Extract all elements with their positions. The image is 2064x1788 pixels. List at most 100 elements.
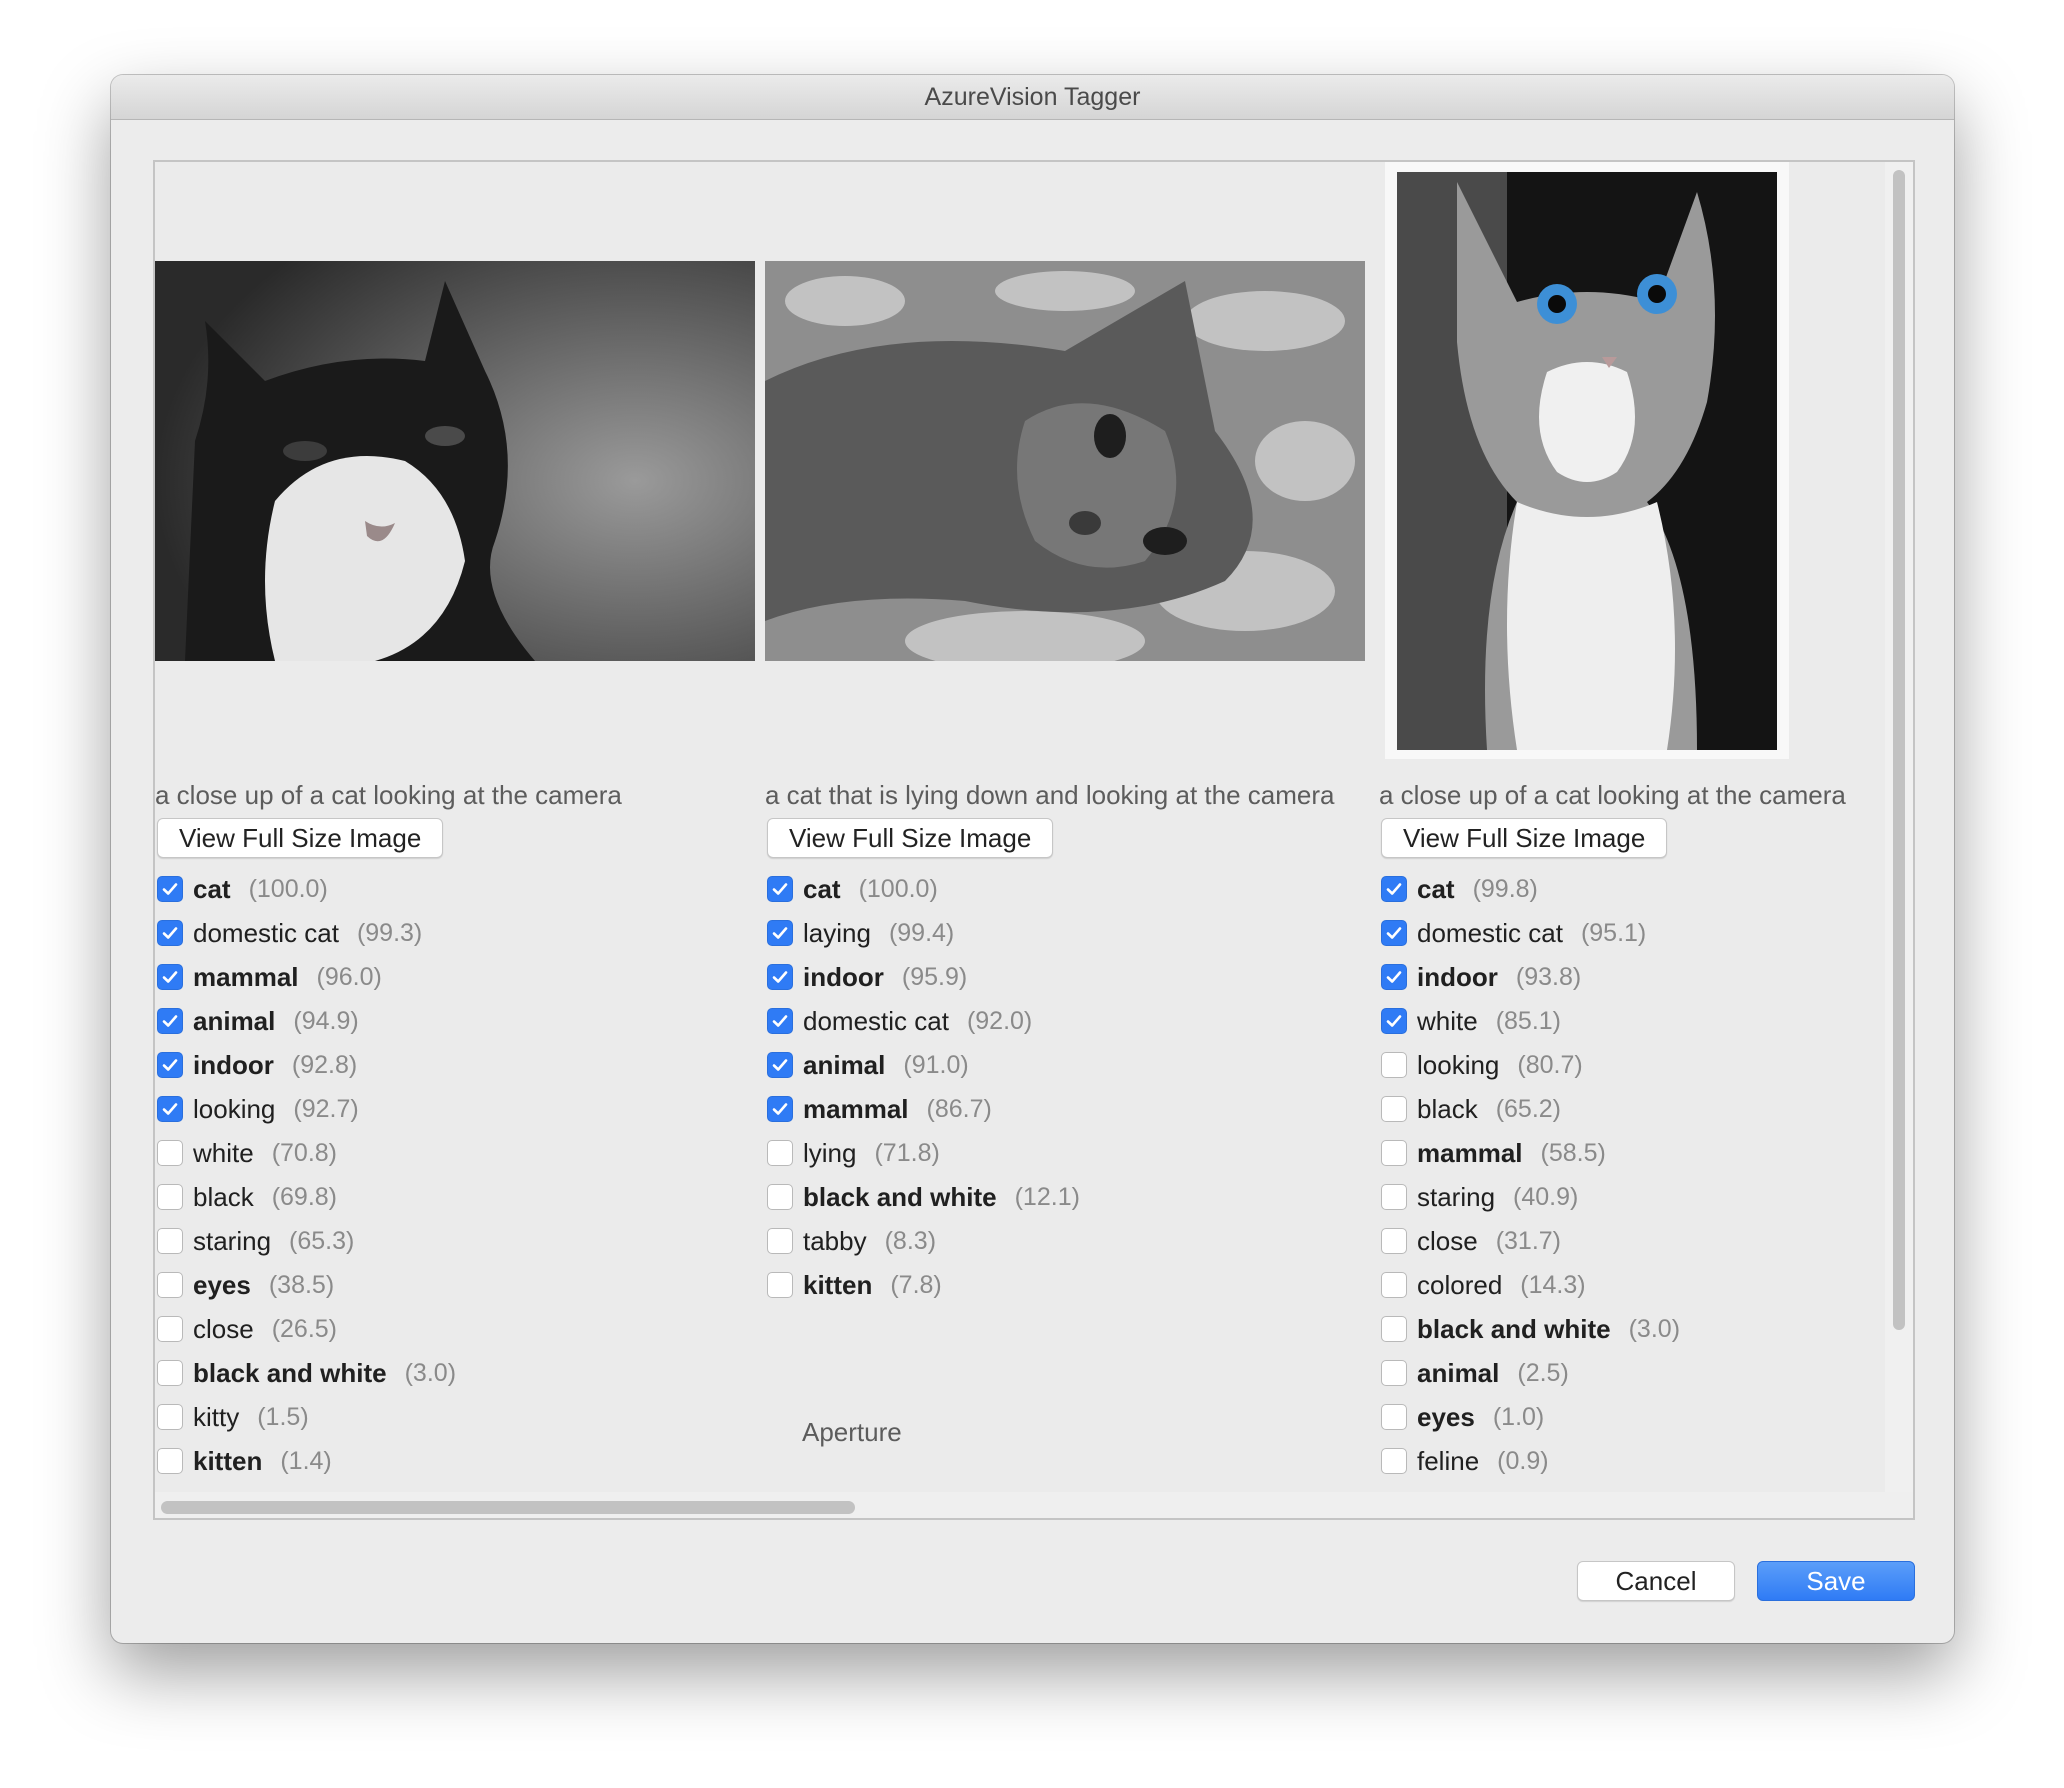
tag-row[interactable]: animal (2.5) — [1379, 1351, 1680, 1395]
view-full-size-button[interactable]: View Full Size Image — [1381, 818, 1668, 858]
checkbox-checked[interactable] — [767, 1096, 793, 1122]
checkbox-unchecked[interactable] — [1381, 1404, 1407, 1430]
tag-row[interactable]: cat (99.8) — [1379, 867, 1680, 911]
horizontal-scroll-track[interactable] — [155, 1492, 1913, 1518]
horizontal-scrollbar-thumb[interactable] — [161, 1501, 855, 1514]
tag-row[interactable]: domestic cat (95.1) — [1379, 911, 1680, 955]
tag-row[interactable]: black (69.8) — [155, 1175, 456, 1219]
tag-name: mammal — [1417, 1137, 1523, 1168]
checkbox-unchecked[interactable] — [1381, 1228, 1407, 1254]
tag-score: (31.7) — [1495, 1226, 1562, 1255]
tag-name: cat — [193, 873, 231, 904]
cancel-button[interactable]: Cancel — [1577, 1561, 1735, 1601]
checkbox-unchecked[interactable] — [157, 1360, 183, 1386]
tag-row[interactable]: cat (100.0) — [155, 867, 456, 911]
tag-row[interactable]: black and white (12.1) — [765, 1175, 1080, 1219]
tag-score: (92.0) — [966, 1006, 1033, 1035]
tag-row[interactable]: eyes (1.0) — [1379, 1395, 1680, 1439]
checkbox-unchecked[interactable] — [157, 1228, 183, 1254]
tag-row[interactable]: indoor (93.8) — [1379, 955, 1680, 999]
tag-row[interactable]: feline (0.9) — [1379, 1439, 1680, 1483]
checkbox-checked[interactable] — [157, 876, 183, 902]
window-title: AzureVision Tagger — [924, 82, 1141, 111]
tag-name: kitten — [193, 1445, 263, 1476]
view-full-size-button[interactable]: View Full Size Image — [157, 818, 444, 858]
tag-row[interactable]: white (85.1) — [1379, 999, 1680, 1043]
tag-row[interactable]: kitten (7.8) — [765, 1263, 1080, 1307]
tag-row[interactable]: tabby (8.3) — [765, 1219, 1080, 1263]
tag-row[interactable]: eyes (38.5) — [155, 1263, 456, 1307]
checkbox-checked[interactable] — [157, 1052, 183, 1078]
checkbox-unchecked[interactable] — [1381, 1316, 1407, 1342]
checkbox-checked[interactable] — [157, 1008, 183, 1034]
checkbox-checked[interactable] — [1381, 876, 1407, 902]
tag-row[interactable]: mammal (58.5) — [1379, 1131, 1680, 1175]
checkbox-unchecked[interactable] — [1381, 1140, 1407, 1166]
checkbox-unchecked[interactable] — [1381, 1052, 1407, 1078]
checkbox-unchecked[interactable] — [1381, 1448, 1407, 1474]
checkbox-unchecked[interactable] — [767, 1184, 793, 1210]
tag-row[interactable]: domestic cat (99.3) — [155, 911, 456, 955]
cat-photo-2 — [765, 261, 1365, 661]
checkbox-unchecked[interactable] — [767, 1228, 793, 1254]
tag-row[interactable]: domestic cat (92.0) — [765, 999, 1080, 1043]
tag-row[interactable]: mammal (86.7) — [765, 1087, 1080, 1131]
checkbox-unchecked[interactable] — [767, 1272, 793, 1298]
checkbox-unchecked[interactable] — [157, 1184, 183, 1210]
checkbox-checked[interactable] — [1381, 920, 1407, 946]
image-scroll-view[interactable]: a close up of a cat looking at the camer… — [153, 160, 1915, 1520]
tag-score: (1.0) — [1492, 1402, 1545, 1431]
checkbox-checked[interactable] — [767, 1008, 793, 1034]
tag-row[interactable]: indoor (92.8) — [155, 1043, 456, 1087]
tag-row[interactable]: indoor (95.9) — [765, 955, 1080, 999]
view-full-size-button[interactable]: View Full Size Image — [767, 818, 1054, 858]
checkbox-unchecked[interactable] — [767, 1140, 793, 1166]
checkbox-checked[interactable] — [767, 964, 793, 990]
checkbox-unchecked[interactable] — [157, 1404, 183, 1430]
checkbox-checked[interactable] — [767, 876, 793, 902]
tag-row[interactable]: kitten (1.4) — [155, 1439, 456, 1483]
tag-score: (85.1) — [1495, 1006, 1562, 1035]
checkmark-icon — [772, 1015, 788, 1027]
checkbox-unchecked[interactable] — [1381, 1184, 1407, 1210]
tag-name: domestic cat — [193, 917, 339, 948]
tag-row[interactable]: staring (40.9) — [1379, 1175, 1680, 1219]
tag-row[interactable]: black (65.2) — [1379, 1087, 1680, 1131]
checkbox-checked[interactable] — [1381, 964, 1407, 990]
vertical-scrollbar-thumb[interactable] — [1893, 170, 1905, 1330]
checkbox-unchecked[interactable] — [157, 1316, 183, 1342]
tag-row[interactable]: close (26.5) — [155, 1307, 456, 1351]
tag-row[interactable]: animal (91.0) — [765, 1043, 1080, 1087]
checkbox-unchecked[interactable] — [1381, 1272, 1407, 1298]
checkbox-checked[interactable] — [1381, 1008, 1407, 1034]
checkbox-unchecked[interactable] — [157, 1448, 183, 1474]
checkmark-icon — [162, 883, 178, 895]
tag-row[interactable]: laying (99.4) — [765, 911, 1080, 955]
tag-name: close — [193, 1313, 254, 1344]
tag-row[interactable]: cat (100.0) — [765, 867, 1080, 911]
tag-row[interactable]: white (70.8) — [155, 1131, 456, 1175]
tag-row[interactable]: looking (92.7) — [155, 1087, 456, 1131]
tag-row[interactable]: close (31.7) — [1379, 1219, 1680, 1263]
tag-row[interactable]: kitty (1.5) — [155, 1395, 456, 1439]
tag-row[interactable]: mammal (96.0) — [155, 955, 456, 999]
checkbox-unchecked[interactable] — [157, 1272, 183, 1298]
checkbox-checked[interactable] — [767, 1052, 793, 1078]
vertical-scroll-track[interactable] — [1885, 162, 1913, 1492]
checkbox-checked[interactable] — [767, 920, 793, 946]
checkbox-checked[interactable] — [157, 964, 183, 990]
checkbox-unchecked[interactable] — [157, 1140, 183, 1166]
save-button[interactable]: Save — [1757, 1561, 1915, 1601]
tag-row[interactable]: looking (80.7) — [1379, 1043, 1680, 1087]
checkbox-checked[interactable] — [157, 1096, 183, 1122]
tag-row[interactable]: lying (71.8) — [765, 1131, 1080, 1175]
tag-row[interactable]: animal (94.9) — [155, 999, 456, 1043]
tag-row[interactable]: colored (14.3) — [1379, 1263, 1680, 1307]
checkmark-icon — [1386, 1015, 1402, 1027]
checkbox-unchecked[interactable] — [1381, 1096, 1407, 1122]
tag-row[interactable]: black and white (3.0) — [1379, 1307, 1680, 1351]
checkbox-checked[interactable] — [157, 920, 183, 946]
tag-row[interactable]: black and white (3.0) — [155, 1351, 456, 1395]
tag-row[interactable]: staring (65.3) — [155, 1219, 456, 1263]
checkbox-unchecked[interactable] — [1381, 1360, 1407, 1386]
